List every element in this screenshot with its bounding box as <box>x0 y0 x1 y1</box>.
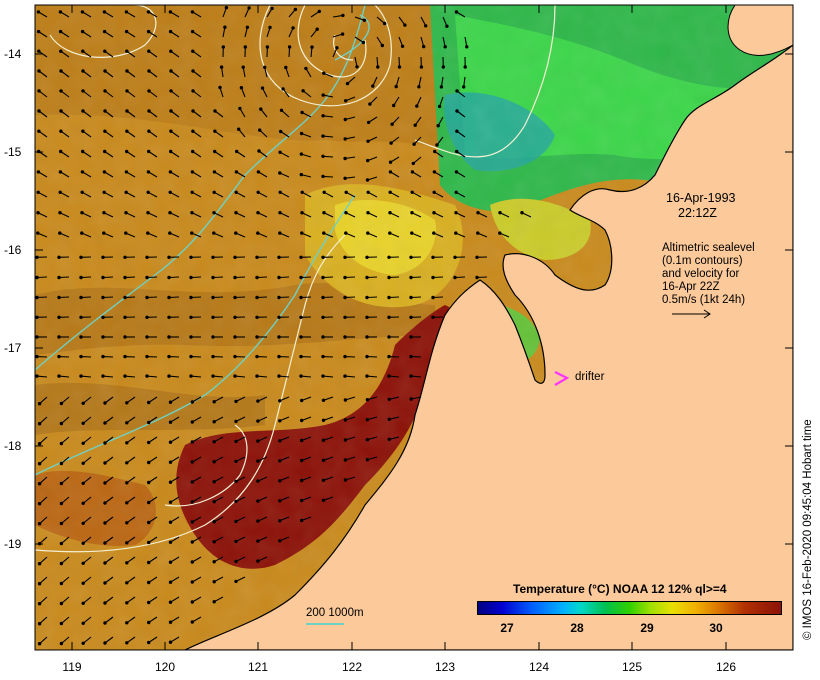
legend-line: Altimetric sealevel <box>662 242 755 254</box>
colorbar-title: Temperature (°C) NOAA 12 12% ql>=4 <box>513 582 727 596</box>
drifter-label: drifter <box>575 371 605 383</box>
lat-label: -15 <box>4 145 22 159</box>
image-date: 16-Apr-1993 <box>666 191 736 205</box>
colorbar-tick: 30 <box>709 621 723 635</box>
legend-line: (0.1m contours) <box>662 255 743 267</box>
legend-line: 0.5m/s (1kt 24h) <box>662 294 746 306</box>
lon-label: 125 <box>621 660 643 674</box>
lat-label: -14 <box>4 47 22 61</box>
colorbar-tick: 28 <box>570 621 584 635</box>
colorbar-tick: 29 <box>640 621 654 635</box>
image-time: 22:12Z <box>678 206 717 220</box>
credit-line: © IMOS 16-Feb-2020 09:45:04 Hobart time <box>802 419 814 640</box>
lon-label: 119 <box>62 660 82 674</box>
lon-label: 126 <box>715 660 737 674</box>
legend-line: 16-Apr 22Z <box>662 281 720 293</box>
temperature-colorbar <box>477 601 782 615</box>
isobath-scale-label: 200 1000m <box>306 607 364 619</box>
lon-label: 124 <box>528 660 550 674</box>
lat-label: -17 <box>4 341 22 355</box>
lon-label: 121 <box>247 660 269 674</box>
lon-label: 123 <box>434 660 456 674</box>
legend-line: and velocity for <box>662 268 740 280</box>
colorbar-tick: 27 <box>500 621 514 635</box>
map-border <box>34 4 794 651</box>
lat-label: -19 <box>4 537 22 551</box>
lat-label: -18 <box>4 439 22 453</box>
lon-label: 122 <box>341 660 363 674</box>
lat-label: -16 <box>4 243 22 257</box>
isobath-scale-line <box>306 623 344 625</box>
lon-label: 120 <box>154 660 176 674</box>
